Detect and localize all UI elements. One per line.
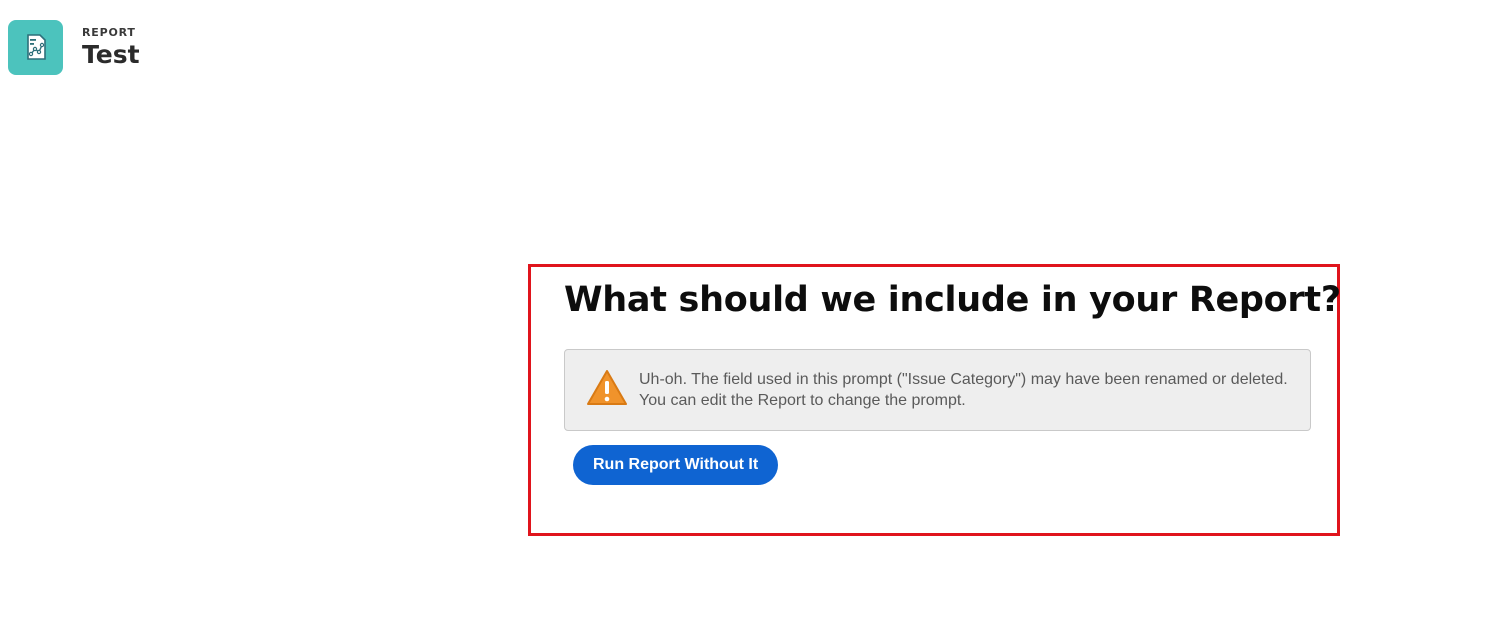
- prompt-panel: What should we include in your Report? U…: [528, 264, 1341, 536]
- run-report-without-it-button[interactable]: Run Report Without It: [573, 445, 779, 485]
- prompt-heading: What should we include in your Report?: [564, 280, 1341, 320]
- warning-message-box: Uh-oh. The field used in this prompt ("I…: [564, 349, 1311, 431]
- report-header: REPORT Test: [8, 19, 140, 75]
- report-title: Test: [82, 40, 140, 69]
- report-chart-icon: [8, 19, 63, 75]
- header-text: REPORT Test: [82, 24, 140, 70]
- object-type-label: REPORT: [82, 26, 136, 39]
- warning-text: Uh-oh. The field used in this prompt ("I…: [639, 371, 1288, 409]
- warning-triangle-icon: [585, 368, 629, 408]
